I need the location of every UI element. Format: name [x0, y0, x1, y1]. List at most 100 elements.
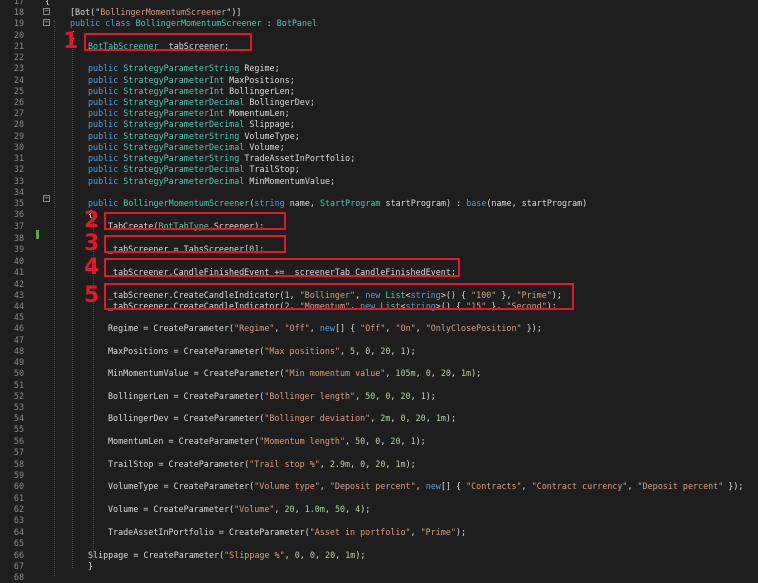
line-number: 38 [13, 233, 24, 243]
code-token: }); [723, 481, 744, 491]
fold-toggle-namespace[interactable]: − [43, 8, 50, 15]
code-token: MinMomentumValue = CreateParameter( [108, 368, 285, 378]
code-token: { [45, 0, 51, 6]
code-token: , [319, 459, 330, 469]
annotation-box-2 [104, 212, 286, 230]
code-line[interactable]: BollingerDev = CreateParameter("Bollinge… [108, 413, 456, 424]
code-token: 50 [355, 436, 366, 446]
code-token: MinMomentumValue; [244, 176, 336, 186]
code-token: ); [445, 413, 456, 423]
code-token: 20 [415, 413, 426, 423]
annotation-box-1 [84, 33, 252, 51]
code-token: 20 [284, 504, 295, 514]
code-token: startProgram) : [380, 198, 467, 208]
code-token: "Regime" [234, 323, 275, 333]
code-line[interactable]: Volume = CreateParameter("Volume", 20, 1… [108, 504, 370, 515]
code-token: BollingerMomentumScreener [123, 198, 250, 208]
code-token: public [88, 86, 124, 96]
line-number: 25 [13, 86, 24, 96]
line-number: 48 [13, 346, 24, 356]
code-line[interactable]: TrailStop = CreateParameter("Trail stop … [108, 459, 416, 470]
code-token: public [88, 119, 124, 129]
code-token: "Max positions" [264, 346, 340, 356]
code-token: , [274, 504, 285, 514]
code-token: "Off" [284, 323, 310, 333]
line-number: 20 [13, 30, 24, 40]
line-number: 46 [13, 323, 24, 333]
line-number: 18 [13, 7, 24, 17]
code-token: 2m [380, 413, 391, 423]
code-line[interactable]: public class BollingerMomentumScreener :… [70, 18, 317, 29]
code-token: ")] [226, 7, 242, 17]
code-line[interactable]: public StrategyParameterString TradeAsse… [88, 153, 355, 164]
code-line[interactable]: Slippage = CreateParameter("Slippage %",… [88, 550, 365, 561]
code-token: "Deposit percent" [637, 481, 724, 491]
code-line[interactable]: public StrategyParameterDecimal TrailSto… [88, 164, 300, 175]
code-token: StartProgram [319, 198, 381, 208]
code-token: , [365, 459, 376, 469]
code-line[interactable]: public StrategyParameterString VolumeTyp… [88, 131, 300, 142]
code-line[interactable]: { [45, 0, 50, 7]
line-number: 28 [13, 119, 24, 129]
code-token: StrategyParameterInt [123, 75, 225, 85]
code-line[interactable]: public StrategyParameterInt MaxPositions… [88, 75, 295, 86]
code-token: , [415, 368, 426, 378]
fold-toggle-constructor[interactable]: − [43, 195, 50, 202]
code-token: , [425, 413, 436, 423]
code-token: , [385, 368, 396, 378]
code-token: } [88, 561, 94, 571]
code-token: Volume; [244, 142, 285, 152]
line-number: 37 [13, 221, 24, 231]
line-number: 64 [13, 527, 24, 537]
fold-toggle-class[interactable]: − [43, 19, 50, 26]
code-token: ); [405, 459, 416, 469]
code-token: "Min momentum value" [284, 368, 386, 378]
annotation-box-5 [104, 283, 574, 310]
line-number: 66 [13, 550, 24, 560]
code-line[interactable]: } [88, 561, 93, 572]
code-token: public [88, 142, 124, 152]
code-line[interactable]: public StrategyParameterInt BollingerLen… [88, 86, 295, 97]
code-editor[interactable]: 17 18 19 20 21 22 23 24 25 26 27 28 29 30 31 32 33 34 35 36… [0, 0, 758, 582]
code-line[interactable]: public StrategyParameterDecimal MinMomen… [88, 176, 335, 187]
code-line[interactable]: MomentumLen = CreateParameter("Momentum … [108, 436, 426, 447]
code-token: BollingerLen = CreateParameter( [108, 391, 265, 401]
code-token: , [314, 550, 326, 560]
code-token: public [88, 198, 124, 208]
code-token: "OnlyClosePosition" [425, 323, 522, 333]
code-line[interactable]: VolumeType = CreateParameter("Volume typ… [108, 481, 743, 492]
line-number: 36 [13, 209, 24, 219]
code-line[interactable]: public StrategyParameterDecimal Bollinge… [88, 97, 315, 108]
code-token: "Bollinger deviation" [264, 413, 371, 423]
code-token: Volume = CreateParameter( [108, 504, 235, 514]
line-number: 59 [13, 470, 24, 480]
code-token: BollingerMomentumScreener [100, 7, 227, 17]
code-line[interactable]: public StrategyParameterDecimal Slippage… [88, 119, 295, 130]
code-line[interactable]: MinMomentumValue = CreateParameter("Min … [108, 368, 481, 379]
code-line[interactable]: public StrategyParameterDecimal Volume; [88, 142, 285, 153]
line-number: 49 [13, 357, 24, 367]
line-number: 27 [13, 108, 24, 118]
code-line[interactable]: MaxPositions = CreateParameter("Max posi… [108, 346, 416, 357]
code-token: }); [521, 323, 542, 333]
line-number: 51 [13, 380, 24, 390]
code-line[interactable]: public StrategyParameterInt MomentumLen; [88, 108, 290, 119]
code-token: Regime = CreateParameter( [108, 323, 235, 333]
code-line[interactable]: public BollingerMomentumScreener(string … [88, 198, 587, 209]
code-line[interactable]: TradeAssetInPortfolio = CreateParameter(… [108, 527, 466, 538]
code-token: : [261, 18, 277, 28]
code-token: "Deposit percent" [329, 481, 416, 491]
code-token: 50 [365, 391, 376, 401]
code-token: , [415, 323, 426, 333]
code-token: public [88, 131, 124, 141]
code-token: BollingerMomentumScreener [135, 18, 262, 28]
code-line[interactable]: BollingerLen = CreateParameter("Bollinge… [108, 391, 436, 402]
code-token: public [88, 63, 124, 73]
code-token: 1.0m [304, 504, 325, 514]
code-line[interactable]: public StrategyParameterString Regime; [88, 63, 280, 74]
code-token: "Volume" [234, 504, 275, 514]
code-token: , [385, 459, 396, 469]
code-token: "Trail stop %" [249, 459, 320, 469]
code-line[interactable]: Regime = CreateParameter("Regime", "Off"… [108, 323, 542, 334]
code-line[interactable]: [Bot("BollingerMomentumScreener")] [70, 7, 241, 18]
